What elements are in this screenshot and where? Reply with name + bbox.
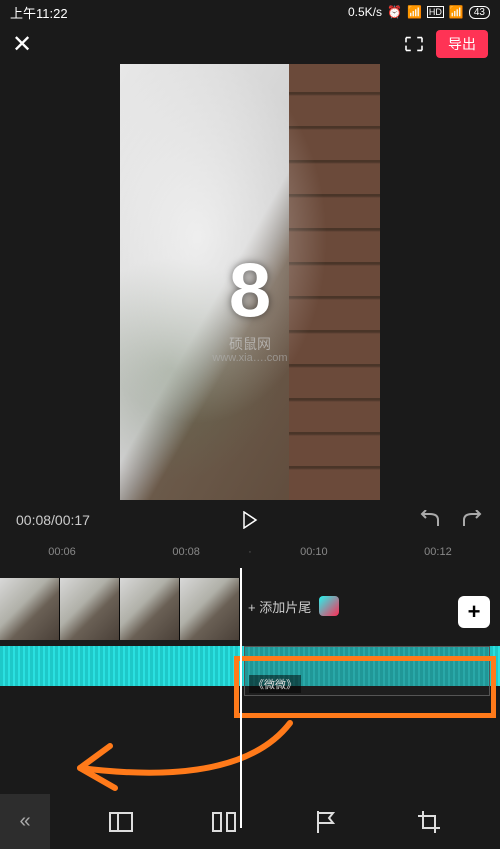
split-left-icon[interactable]	[108, 809, 134, 835]
audio-track[interactable]: 《微微》	[0, 646, 500, 686]
alarm-icon: ⏰	[387, 5, 402, 19]
tiktok-icon	[319, 596, 339, 616]
video-frame: 8 硕鼠网 www.xia….com	[120, 64, 380, 500]
wifi-icon: 📶	[449, 5, 464, 19]
clip-thumbnail[interactable]	[180, 578, 240, 640]
signal-icon: 📶	[407, 5, 422, 19]
clip-thumbnail[interactable]	[120, 578, 180, 640]
ruler-tick: 00:06	[0, 546, 124, 558]
split-center-icon[interactable]	[211, 809, 237, 835]
collapse-button[interactable]: «	[0, 794, 50, 849]
clip-thumbnail[interactable]	[60, 578, 120, 640]
crop-icon[interactable]	[416, 809, 442, 835]
play-icon[interactable]	[242, 511, 258, 529]
ruler-tick: 00:10	[252, 546, 376, 558]
time-display: 00:08/00:17	[16, 512, 90, 528]
audio-clip[interactable]: 《微微》	[244, 646, 490, 696]
status-time: 上午11:22	[10, 3, 68, 22]
ruler-tick: 00:08	[124, 546, 248, 558]
hd-icon: HD	[427, 6, 444, 18]
video-preview[interactable]: 8 硕鼠网 www.xia….com	[0, 64, 500, 500]
clip-thumbnail[interactable]	[0, 578, 60, 640]
timeline-area[interactable]: + 添加片尾 + 《微微》	[0, 578, 500, 808]
watermark-url: www.xia….com	[212, 352, 287, 364]
close-icon[interactable]: ✕	[12, 30, 32, 59]
ruler-tick: 00:12	[376, 546, 500, 558]
redo-icon[interactable]	[460, 510, 484, 530]
status-right: 0.5K/s ⏰ 📶 HD 📶 43	[348, 5, 490, 19]
playhead[interactable]	[240, 568, 242, 828]
add-tail-button[interactable]: + 添加片尾	[248, 597, 311, 616]
status-bar: 上午11:22 0.5K/s ⏰ 📶 HD 📶 43	[0, 0, 500, 24]
flag-icon[interactable]	[313, 809, 339, 835]
audio-clip-label: 《微微》	[249, 675, 301, 693]
add-clip-button[interactable]: +	[458, 596, 490, 628]
countdown-number: 8	[229, 247, 271, 334]
bottom-toolbar: «	[0, 794, 500, 849]
playback-bar: 00:08/00:17	[0, 500, 500, 540]
video-track[interactable]	[0, 578, 240, 640]
export-button[interactable]: 导出	[436, 30, 488, 58]
expand-icon[interactable]	[404, 36, 424, 52]
battery-icon: 43	[469, 6, 490, 19]
undo-icon[interactable]	[418, 510, 442, 530]
top-bar: ✕ 导出	[0, 24, 500, 64]
timeline-ruler[interactable]: 00:06 00:08 · 00:10 00:12	[0, 540, 500, 564]
network-speed: 0.5K/s	[348, 5, 382, 19]
